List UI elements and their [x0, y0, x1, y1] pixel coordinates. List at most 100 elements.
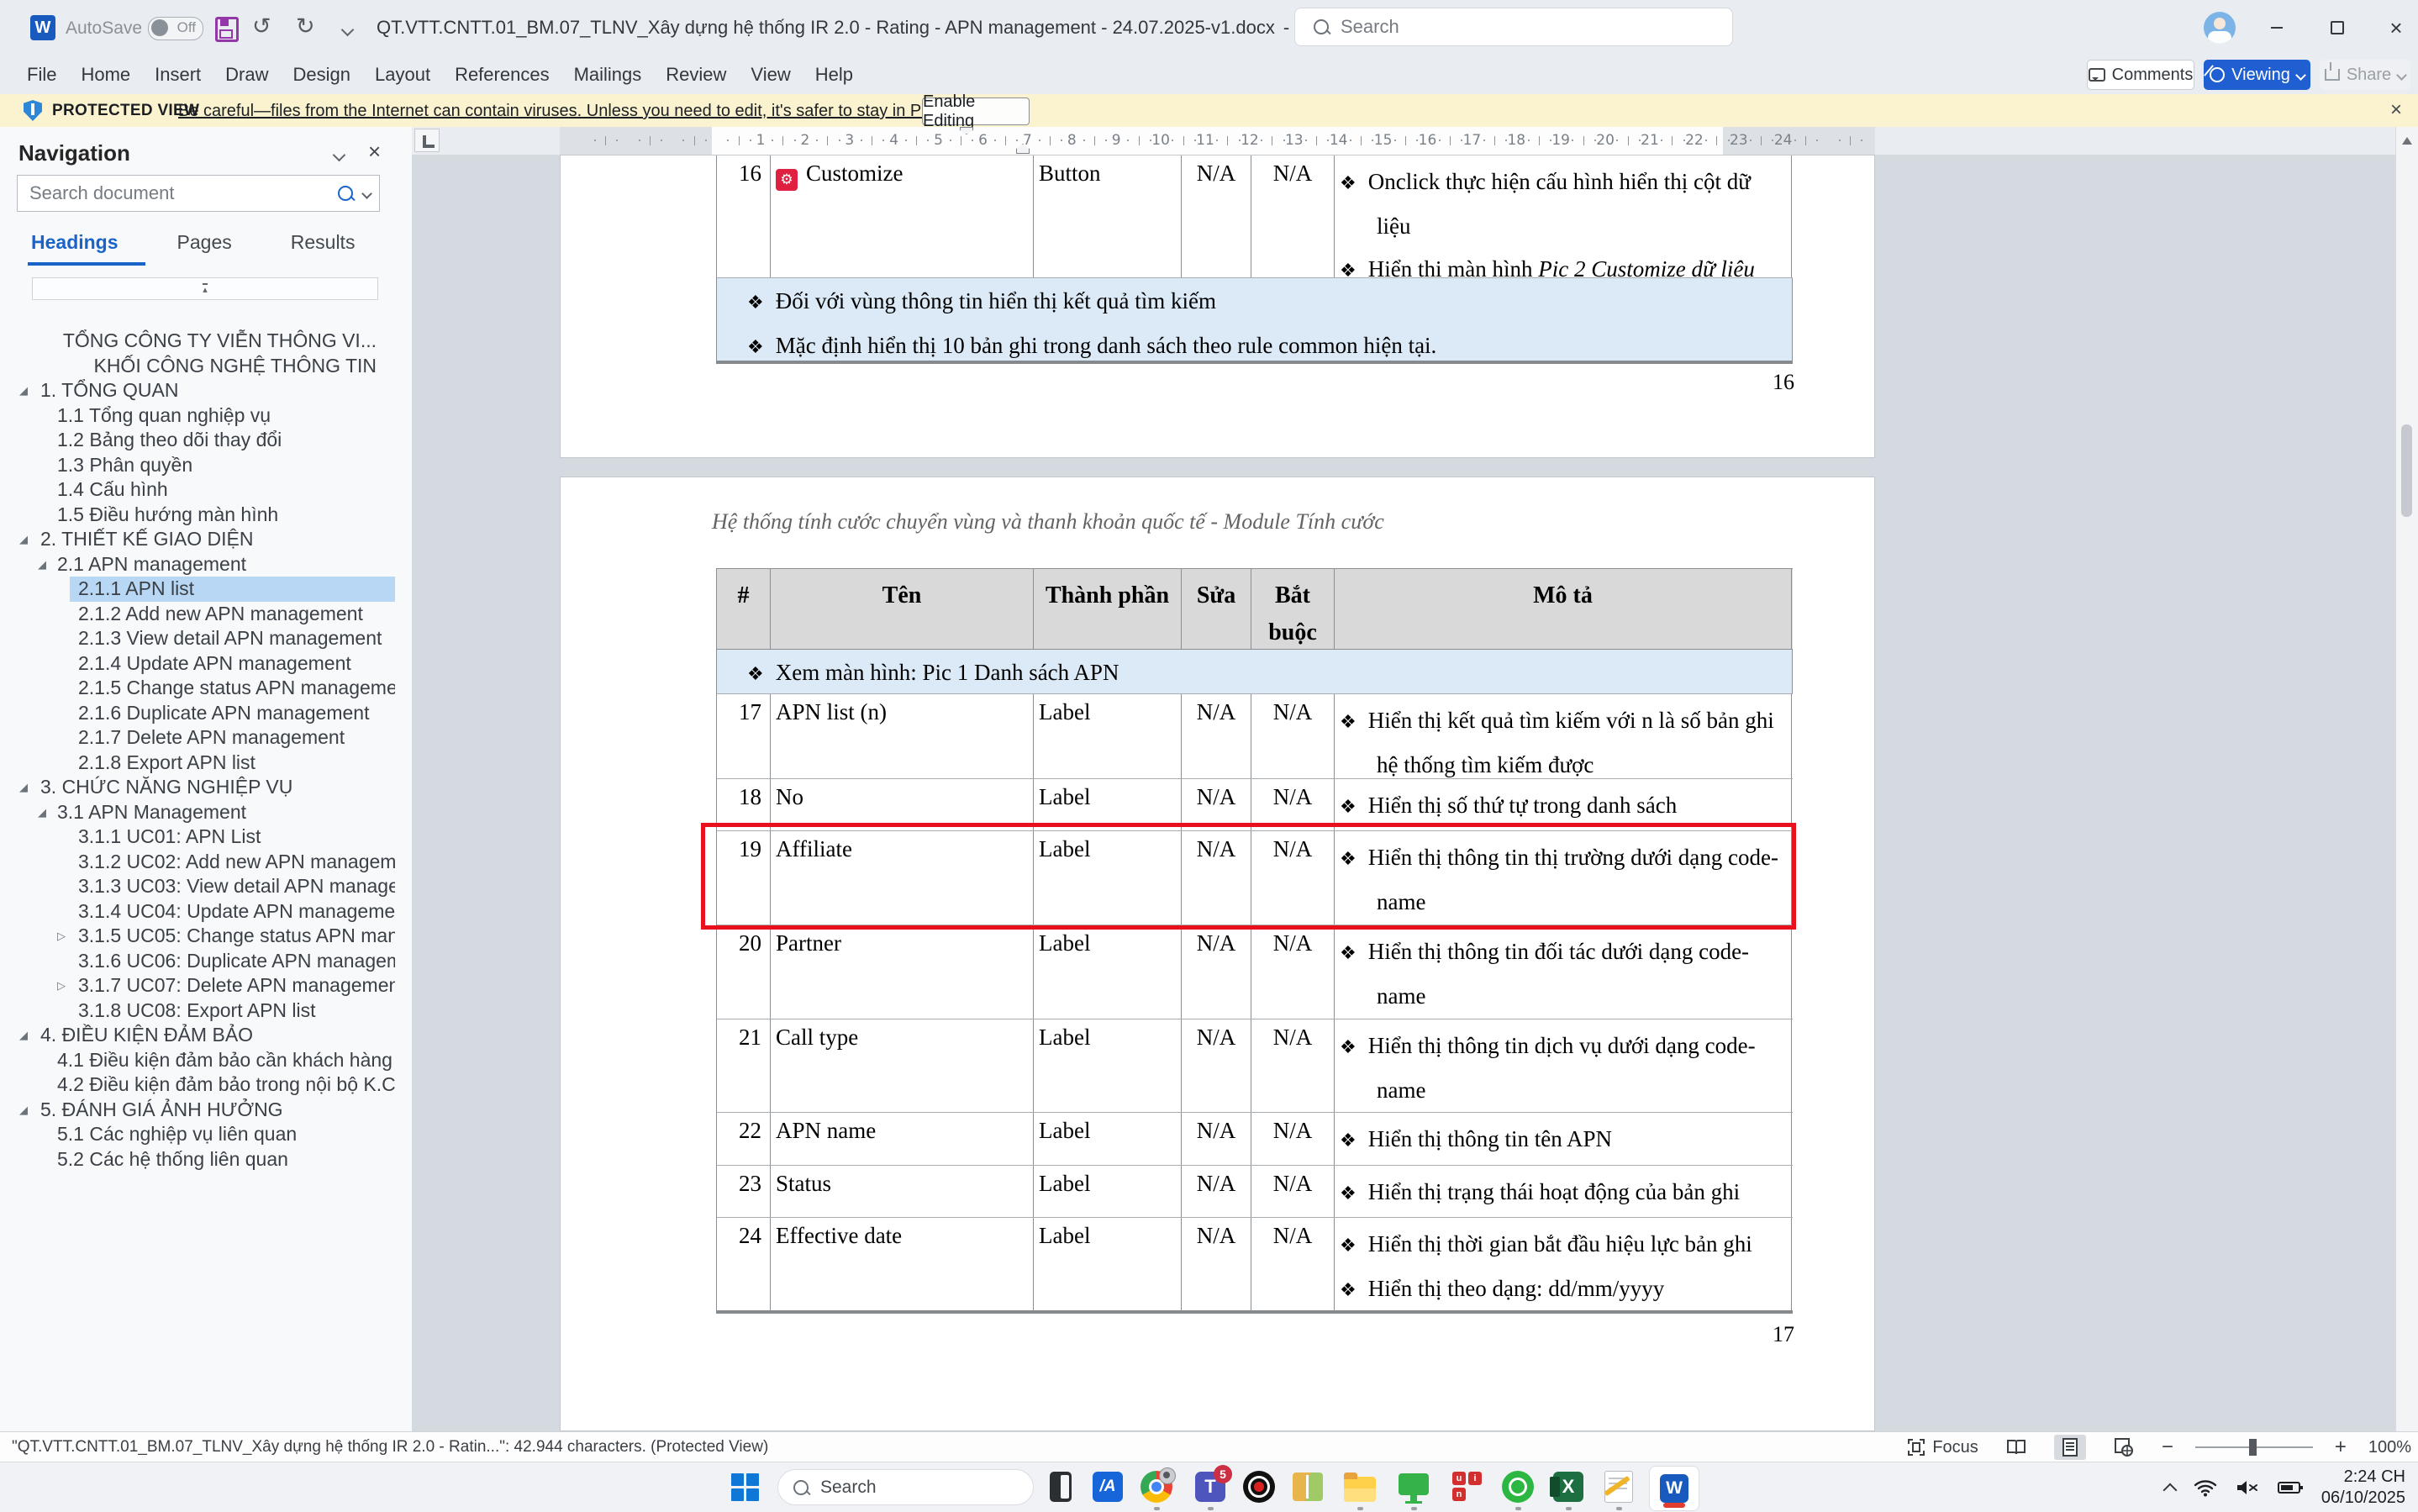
nav-item[interactable]: 4.2 Điều kiện đảm bảo trong nội bộ K.CNT… [0, 1072, 395, 1098]
horizontal-ruler[interactable]: 123456789101112131415161718192021222324 [412, 127, 2395, 155]
screen-mirror-icon[interactable] [1397, 1470, 1430, 1504]
protected-view-message[interactable]: Be careful—files from the Internet can c… [178, 102, 1027, 121]
remote-tool-icon[interactable]: uin [1451, 1470, 1484, 1504]
nav-item[interactable]: ▷3.1.5 UC05: Change status APN managemen… [0, 924, 395, 949]
vertical-scrollbar[interactable] [2395, 127, 2418, 1431]
media-record-icon[interactable] [1242, 1470, 1276, 1504]
nav-item[interactable]: 2.1.6 Duplicate APN management [0, 701, 395, 726]
nav-item[interactable]: 5.1 Các nghiệp vụ liên quan [0, 1122, 395, 1147]
ribbon-tab-design[interactable]: Design [293, 64, 350, 86]
document-page-17[interactable]: Hệ thống tính cước chuyển vùng và thanh … [560, 477, 1875, 1431]
ribbon-tab-insert[interactable]: Insert [155, 64, 201, 86]
search-icon[interactable] [338, 186, 353, 201]
search-options-chevron-icon[interactable] [361, 188, 372, 199]
nav-item[interactable]: 5.2 Các hệ thống liên quan [0, 1147, 395, 1172]
taskbar-search-box[interactable]: Search [777, 1469, 1034, 1505]
nav-item[interactable]: 3.1.6 UC06: Duplicate APN management [0, 949, 395, 974]
collapse-arrow-icon[interactable]: ◢ [19, 1098, 28, 1123]
file-explorer-icon[interactable] [1343, 1470, 1377, 1504]
comments-button[interactable]: Comments [2087, 60, 2194, 90]
nav-item[interactable]: 3.1.1 UC01: APN List [0, 824, 395, 850]
nav-item[interactable]: 2.1.1 APN list [0, 577, 395, 602]
excel-icon[interactable]: X [1551, 1470, 1585, 1504]
collapse-arrow-icon[interactable]: ◢ [38, 800, 46, 825]
nav-item[interactable]: 2.1.2 Add new APN management [0, 602, 395, 627]
chrome-icon[interactable] [1140, 1470, 1173, 1504]
ribbon-tab-mailings[interactable]: Mailings [574, 64, 642, 86]
collapse-arrow-icon[interactable]: ◢ [19, 378, 28, 403]
ribbon-tab-layout[interactable]: Layout [375, 64, 430, 86]
nav-item[interactable]: 4.1 Điều kiện đảm bảo cần khách hàng đảm… [0, 1048, 395, 1073]
save-icon[interactable] [215, 17, 239, 42]
nav-item[interactable]: 3.1.2 UC02: Add new APN management [0, 850, 395, 875]
battery-icon[interactable] [2278, 1478, 2303, 1497]
nav-item[interactable]: 1.4 Cấu hình [0, 477, 395, 503]
nav-pane-tab-results[interactable]: Results [291, 231, 356, 254]
teams-icon[interactable]: T5 [1193, 1470, 1227, 1504]
zoom-slider[interactable] [2195, 1446, 2313, 1448]
zoom-level[interactable]: 100% [2368, 1438, 2411, 1457]
nav-item[interactable]: 2.1.8 Export APN list [0, 751, 395, 776]
avatar[interactable] [2204, 12, 2236, 44]
quick-access-chevron-icon[interactable] [343, 24, 352, 39]
nav-item[interactable]: ◢1. TỔNG QUAN [0, 378, 395, 403]
nav-item[interactable]: ◢2. THIẾT KẾ GIAO DIỆN [0, 527, 395, 552]
zoom-out-button[interactable]: − [2162, 1436, 2173, 1459]
document-canvas[interactable]: 123456789101112131415161718192021222324 … [412, 127, 2395, 1431]
nav-item[interactable]: 3.1.8 UC08: Export APN list [0, 998, 395, 1024]
nav-item[interactable]: 1.1 Tổng quan nghiệp vụ [0, 403, 395, 429]
nav-item[interactable]: 2.1.4 Update APN management [0, 651, 395, 677]
app-ia-icon[interactable]: /A [1091, 1470, 1125, 1504]
ribbon-tab-help[interactable]: Help [815, 64, 853, 86]
nav-item[interactable]: 1.5 Điều hướng màn hình [0, 503, 395, 528]
collapse-arrow-icon[interactable]: ◢ [19, 1023, 28, 1048]
collapse-arrow-icon[interactable]: ◢ [19, 775, 28, 800]
navigation-search-box[interactable]: Search document [17, 175, 380, 212]
status-text[interactable]: "QT.VTT.CNTT.01_BM.07_TLNV_Xây dựng hệ t… [12, 1438, 768, 1457]
nav-item[interactable]: 2.1.3 View detail APN management [0, 626, 395, 651]
restore-button[interactable] [2325, 15, 2350, 40]
collapse-arrow-icon[interactable]: ◢ [38, 552, 46, 577]
nav-item[interactable]: ◢4. ĐIỀU KIỆN ĐẢM BẢO [0, 1023, 395, 1048]
document-page-16[interactable]: 16⚙CustomizeButtonN/AN/A❖Onclick thực hi… [560, 155, 1875, 458]
zoom-in-button[interactable]: + [2335, 1436, 2347, 1459]
web-layout-button[interactable] [2108, 1435, 2140, 1460]
scrollbar-thumb[interactable] [2401, 424, 2412, 517]
navigation-chevron-icon[interactable] [335, 149, 344, 164]
undo-icon[interactable]: ↺ [252, 13, 271, 40]
redo-icon[interactable]: ↻ [296, 13, 315, 40]
nav-item[interactable]: ◢3. CHỨC NĂNG NGHIỆP VỤ [0, 775, 395, 800]
nav-pane-tab-pages[interactable]: Pages [177, 231, 232, 254]
nav-item[interactable]: 3.1.4 UC04: Update APN management [0, 899, 395, 925]
nav-item[interactable]: KHỐI CÔNG NGHỆ THÔNG TIN [0, 354, 395, 379]
nav-pane-tab-headings[interactable]: Headings [31, 231, 119, 254]
expand-arrow-icon[interactable]: ▷ [57, 973, 66, 998]
viewing-mode-button[interactable]: Viewing [2204, 60, 2310, 90]
minimize-button[interactable] [2264, 15, 2289, 40]
nav-item[interactable]: 2.1.5 Change status APN management [0, 676, 395, 701]
volume-muted-icon[interactable] [2236, 1478, 2259, 1497]
banner-close-icon[interactable]: × [2384, 97, 2409, 123]
close-button[interactable]: × [2384, 15, 2409, 40]
notes-icon[interactable] [1602, 1470, 1636, 1504]
enable-editing-button[interactable]: Enable Editing [922, 97, 1030, 125]
ribbon-tab-file[interactable]: File [27, 64, 56, 86]
share-button[interactable]: Share [2320, 60, 2410, 90]
phone-link-icon[interactable] [1044, 1470, 1077, 1504]
nav-item[interactable]: 3.1.3 UC03: View detail APN management [0, 874, 395, 899]
focus-mode-button[interactable]: Focus [1907, 1438, 1978, 1457]
ribbon-tab-references[interactable]: References [455, 64, 550, 86]
collapse-headings-bar[interactable]: ▴ [32, 277, 378, 300]
start-button[interactable] [728, 1470, 761, 1504]
nav-item[interactable]: TỔNG CÔNG TY VIỄN THÔNG VI... [0, 329, 395, 354]
tray-chevron-up-icon[interactable] [2163, 1483, 2177, 1498]
ribbon-tab-home[interactable]: Home [81, 64, 130, 86]
nav-item[interactable]: ▷3.1.7 UC07: Delete APN management [0, 973, 395, 998]
nav-item[interactable]: ◢3.1 APN Management [0, 800, 395, 825]
book-icon[interactable] [1291, 1470, 1325, 1504]
zoom-slider-thumb[interactable] [2249, 1439, 2257, 1456]
ribbon-tab-view[interactable]: View [751, 64, 790, 86]
autosave-toggle[interactable]: Off [148, 17, 203, 40]
expand-arrow-icon[interactable]: ▷ [57, 924, 66, 949]
clock[interactable]: 2:24 CH 06/10/2025 [2321, 1467, 2405, 1509]
